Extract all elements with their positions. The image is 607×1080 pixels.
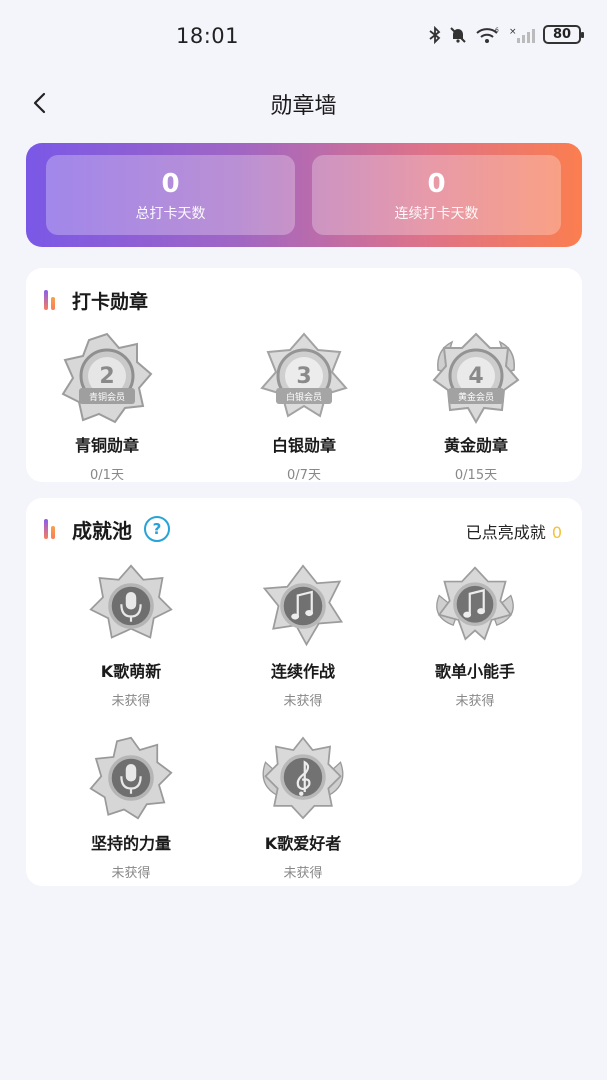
- badge-name: 黄金勋章: [443, 436, 508, 455]
- bronze-rank-number: 2: [99, 364, 114, 389]
- status-time: 18:01: [176, 24, 240, 48]
- section-title: 成就池: [72, 518, 132, 543]
- bronze-badge-icon: 2 青铜会员: [61, 332, 153, 424]
- lit-count-value: 0: [551, 523, 562, 542]
- status-bar: 18:01 6 × 80: [0, 0, 607, 72]
- section-header: 打卡勋章: [44, 288, 149, 313]
- badge-bronze[interactable]: 2 青铜会员 青铜勋章 0/1天: [32, 330, 182, 483]
- lit-label: 已点亮成就: [465, 523, 546, 542]
- gold-rank-number: 4: [468, 364, 483, 389]
- total-days-box: 0 总打卡天数: [46, 155, 295, 235]
- checkin-badges-section: 打卡勋章 2 青铜会员 青铜勋章 0/1天 3 白银会员 白银勋章 0/7天 4…: [26, 268, 582, 483]
- signal-icon: ×: [509, 27, 535, 43]
- bluetooth-icon: [429, 25, 441, 44]
- badge-progress: 0/1天: [90, 468, 124, 483]
- badge-name: 青铜勋章: [74, 436, 139, 455]
- achievement-item[interactable]: 连续作战 未获得: [228, 564, 378, 709]
- achievement-pool-section: 成就池 ? 已点亮成就 0 K歌萌新 未获得 连续作战 未获得 歌单小能手 未获…: [26, 498, 582, 886]
- badge-silver[interactable]: 3 白银会员 白银勋章 0/7天: [229, 330, 379, 483]
- section-marker-icon: [44, 519, 58, 539]
- achievement-name: K歌爱好者: [264, 834, 342, 853]
- section-title: 打卡勋章: [72, 290, 149, 313]
- battery-icon: 80: [543, 25, 584, 44]
- help-icon[interactable]: ?: [144, 516, 170, 542]
- achievement-item[interactable]: 坚持的力量 未获得: [56, 736, 206, 881]
- achievement-status: 未获得: [111, 866, 151, 881]
- achievement-name: 歌单小能手: [434, 662, 515, 681]
- wifi-icon: 6: [476, 27, 499, 43]
- silver-badge-icon: 3 白银会员: [260, 332, 348, 418]
- header: 勋章墙: [0, 78, 607, 128]
- streak-days-value: 0: [427, 169, 446, 199]
- badge-progress: 0/7天: [287, 468, 321, 483]
- badge-progress: 0/15天: [454, 468, 498, 483]
- bronze-rank-label: 青铜会员: [89, 391, 125, 403]
- section-marker-icon: [44, 290, 58, 310]
- svg-text:×: ×: [509, 27, 517, 37]
- achievement-item[interactable]: K歌萌新 未获得: [56, 564, 206, 709]
- silver-rank-number: 3: [296, 364, 311, 389]
- achievement-item[interactable]: K歌爱好者 未获得: [228, 736, 378, 881]
- achievement-status: 未获得: [455, 694, 495, 709]
- total-days-value: 0: [161, 169, 180, 199]
- music-note-icon: [262, 564, 344, 647]
- streak-days-box: 0 连续打卡天数: [312, 155, 561, 235]
- gold-badge-icon: 4 黄金会员: [432, 332, 520, 425]
- page-title: 勋章墙: [270, 94, 337, 119]
- achievement-status: 未获得: [283, 694, 323, 709]
- streak-days-label: 连续打卡天数: [394, 206, 479, 222]
- silver-rank-label: 白银会员: [286, 391, 322, 403]
- svg-text:6: 6: [495, 27, 499, 34]
- lit-achievements-count: 已点亮成就 0: [466, 519, 562, 543]
- microphone-icon: [89, 736, 173, 820]
- status-icons: 6 × 80: [429, 25, 584, 44]
- achievement-item[interactable]: 歌单小能手 未获得: [400, 564, 550, 709]
- badge-gold[interactable]: 4 黄金会员 黄金勋章 0/15天: [401, 330, 551, 483]
- achievement-name: 连续作战: [270, 662, 335, 681]
- stats-card: 0 总打卡天数 0 连续打卡天数: [26, 143, 582, 247]
- section-header: 成就池 ?: [44, 516, 170, 543]
- gold-rank-label: 黄金会员: [458, 391, 494, 403]
- achievement-name: K歌萌新: [100, 662, 162, 681]
- achievement-name: 坚持的力量: [90, 834, 171, 853]
- achievement-status: 未获得: [283, 866, 323, 881]
- total-days-label: 总打卡天数: [135, 206, 206, 222]
- music-note-icon: [436, 566, 514, 641]
- treble-clef-icon: [262, 736, 344, 820]
- mute-bell-icon: [450, 26, 466, 43]
- microphone-icon: [89, 564, 173, 639]
- achievement-status: 未获得: [111, 694, 151, 709]
- badge-name: 白银勋章: [271, 436, 336, 455]
